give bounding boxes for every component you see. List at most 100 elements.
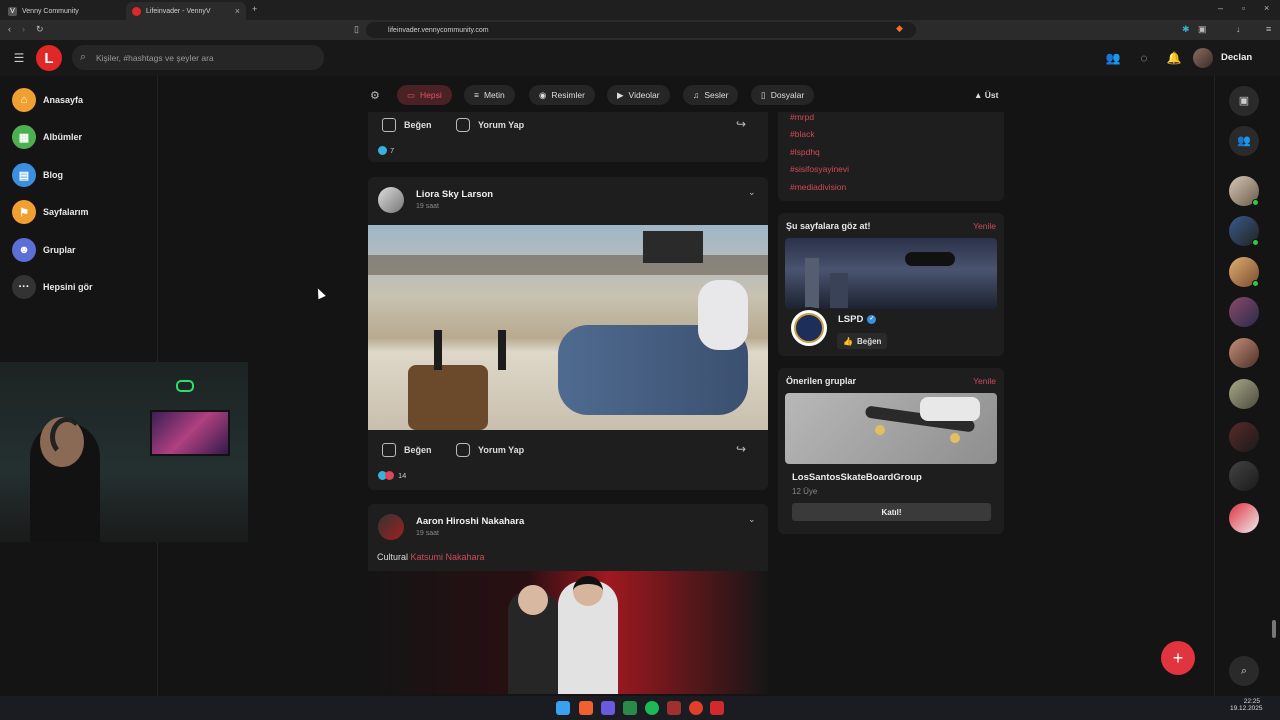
chip-label: Sesler [704, 90, 729, 100]
refresh-link[interactable]: Yenile [973, 221, 996, 231]
filter-chip-videolar[interactable]: ▶ Videolar [607, 85, 670, 105]
contact-avatar[interactable] [1229, 216, 1259, 246]
filter-chip-resimler[interactable]: ◉ Resimler [529, 85, 595, 105]
new-tab-icon[interactable]: + [252, 4, 257, 14]
hashtag-link[interactable]: #mediadivision [790, 182, 846, 192]
contact-avatar[interactable] [1229, 503, 1259, 533]
comment-label: Yorum Yap [478, 120, 525, 130]
contact-avatar[interactable] [1229, 257, 1259, 287]
group-chat-icon[interactable]: 👥 [1229, 126, 1259, 156]
page-name[interactable]: LSPD ✓ [838, 314, 877, 325]
user-avatar[interactable] [1193, 48, 1213, 68]
like-button[interactable]: Beğen [382, 118, 432, 132]
minimize-icon[interactable]: – [1218, 3, 1223, 13]
bookmark-icon[interactable]: ▯ [354, 24, 359, 35]
scroll-top-button[interactable]: ▲ Üst [974, 90, 998, 100]
notifications-icon[interactable]: 🔔 [1166, 50, 1182, 66]
close-window-icon[interactable]: × [1264, 3, 1269, 13]
url-field[interactable]: lifeinvader.vennycommunity.com [366, 22, 916, 38]
author-name[interactable]: Liora Sky Larson [416, 189, 493, 200]
sidebar-item-sayfalarim[interactable]: ⚑ Sayfalarım [12, 200, 89, 224]
start-menu-icon[interactable] [556, 701, 570, 715]
reload-icon[interactable]: ↻ [36, 24, 44, 35]
spotify-icon[interactable] [645, 701, 659, 715]
hashtag-link[interactable]: #sisifosyayinevi [790, 164, 849, 174]
contact-avatar[interactable] [1229, 176, 1259, 206]
chat-icon[interactable]: ▣ [1229, 86, 1259, 116]
system-clock[interactable]: 22:25 19.12.2025 [1230, 698, 1263, 712]
comment-label: Yorum Yap [478, 445, 525, 455]
post-time[interactable]: 19 saat [416, 530, 439, 537]
comment-button[interactable]: Yorum Yap [456, 443, 524, 457]
post-image[interactable] [368, 571, 768, 694]
extension-icon[interactable]: ✱ [1182, 24, 1190, 35]
page-cover-image[interactable] [785, 238, 997, 309]
sidebar-item-albumler[interactable]: ▦ Albümler [12, 125, 82, 149]
contact-avatar[interactable] [1229, 422, 1259, 452]
back-icon[interactable]: ‹ [8, 24, 11, 34]
create-post-button[interactable]: + [1161, 641, 1195, 675]
contact-avatar[interactable] [1229, 379, 1259, 409]
menu-icon[interactable]: ≡ [1266, 24, 1271, 34]
page-scrollbar[interactable] [1272, 620, 1276, 638]
sidebar-item-gruplar[interactable]: ☻ Gruplar [12, 238, 76, 262]
filter-chip-metin[interactable]: ≡ Metin [464, 85, 515, 105]
filter-chip-hepsi[interactable]: ▭ Hepsi [397, 85, 452, 105]
share-icon[interactable]: ↪ [736, 117, 746, 131]
sidebar-item-anasayfa[interactable]: ⌂ Anasayfa [12, 88, 83, 112]
extensions-icon[interactable]: ▣ [1198, 24, 1207, 35]
download-icon[interactable]: ↓ [1236, 24, 1241, 34]
chevron-down-icon[interactable]: ⌄ [748, 187, 756, 198]
filter-settings-icon[interactable]: ⚙ [370, 89, 380, 102]
online-status-icon [1252, 280, 1259, 287]
group-name[interactable]: LosSantosSkateBoardGroup [792, 472, 922, 483]
browser-tab-active[interactable]: Lifeinvader - VennyV × [126, 2, 246, 20]
refresh-link[interactable]: Yenile [973, 376, 996, 386]
author-name[interactable]: Aaron Hiroshi Nakahara [416, 516, 524, 527]
post-image[interactable] [368, 225, 768, 430]
discord-icon[interactable] [601, 701, 615, 715]
author-avatar[interactable] [378, 187, 404, 213]
app-icon[interactable] [667, 701, 681, 715]
hashtag-link[interactable]: #lspdhq [790, 147, 820, 157]
filter-chip-sesler[interactable]: ♫ Sesler [683, 85, 739, 105]
page-like-button[interactable]: 👍 Beğen [837, 333, 888, 349]
app-icon[interactable] [623, 701, 637, 715]
contact-avatar[interactable] [1229, 338, 1259, 368]
filter-chip-dosyalar[interactable]: ▯ Dosyalar [751, 85, 815, 105]
search-input[interactable]: ⌕ Kişiler, #hashtags ve şeyler ara [72, 45, 324, 70]
mention-link[interactable]: Katsumi Nakahara [411, 552, 485, 562]
contact-avatar[interactable] [1229, 297, 1259, 327]
friends-icon[interactable]: 👥 [1105, 50, 1121, 66]
sidebar-item-hepsini-gor[interactable]: ··· Hepsini gör [12, 275, 93, 299]
lspd-seal-logo[interactable] [788, 307, 830, 349]
join-label: Katıl! [881, 507, 902, 517]
hashtag-link[interactable]: #mrpd [790, 112, 814, 122]
share-icon[interactable]: ↪ [736, 442, 746, 456]
hashtag-link[interactable]: #black [790, 129, 815, 139]
post-time[interactable]: 19 saat [416, 203, 439, 210]
comment-button[interactable]: Yorum Yap [456, 118, 524, 132]
close-tab-icon[interactable]: × [235, 6, 240, 16]
maximize-icon[interactable]: ▫ [1242, 3, 1245, 13]
chevron-down-icon[interactable]: ⌄ [748, 514, 756, 525]
brave-browser-icon[interactable] [579, 701, 593, 715]
contact-avatar[interactable] [1229, 461, 1259, 491]
lifeinvader-logo[interactable]: L [36, 45, 62, 71]
browser-tab[interactable]: V Venny Community [2, 2, 124, 20]
hamburger-menu-icon[interactable]: ☰ [11, 50, 27, 66]
user-name[interactable]: Declan [1221, 52, 1252, 63]
like-button[interactable]: Beğen [382, 443, 432, 457]
find-people-icon[interactable]: ⌕ [1229, 656, 1259, 686]
app-icon[interactable] [689, 701, 703, 715]
group-cover-image[interactable] [785, 393, 997, 464]
reaction-summary[interactable]: 7 [378, 146, 394, 155]
sidebar-item-blog[interactable]: ▤ Blog [12, 163, 63, 187]
forward-icon[interactable]: › [22, 24, 25, 34]
author-avatar[interactable] [378, 514, 404, 540]
app-icon[interactable] [710, 701, 724, 715]
brave-shield-icon[interactable]: ◆ [896, 23, 903, 34]
messages-icon[interactable]: ◌ [1136, 50, 1152, 66]
reaction-summary[interactable]: 14 [378, 471, 406, 480]
join-group-button[interactable]: Katıl! [792, 503, 991, 521]
